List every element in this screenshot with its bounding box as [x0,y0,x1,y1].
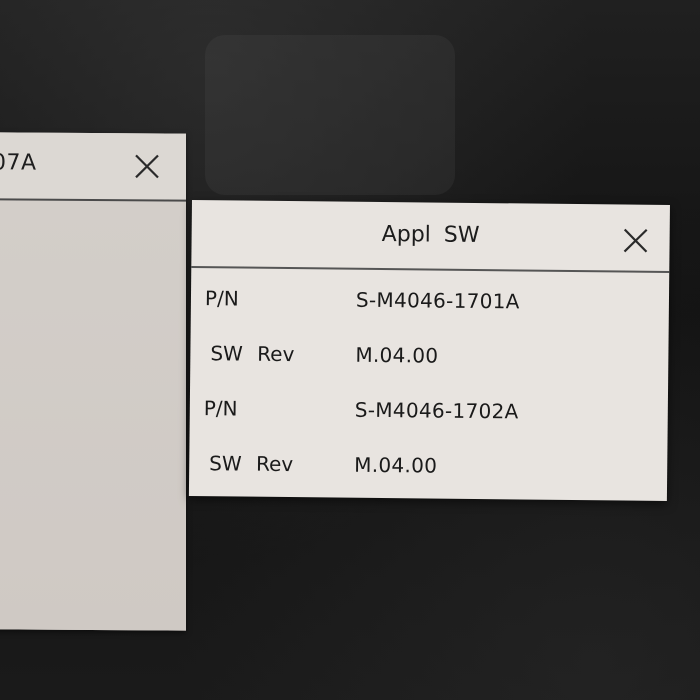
dialog-title: Appl SW [381,221,480,249]
background-dialog: 07A [0,132,186,631]
dialog-close-button[interactable] [619,224,651,256]
monitor-screen: 07A Appl SW P/N S-M4046-1701A SW Rev M.0… [0,0,700,700]
part-number-label: P/N [204,286,239,311]
screen-reflection [205,35,455,195]
sw-rev-row-2: SW Rev M.04.00 [189,443,668,503]
sw-rev-value: M.04.00 [354,452,438,478]
background-dialog-titlebar: 07A [0,132,186,202]
sw-rev-row-1: SW Rev M.04.00 [190,333,669,393]
part-number-label: P/N [203,396,238,421]
part-number-value: S-M4046-1702A [354,397,519,424]
part-number-row-1: P/N S-M4046-1701A [191,278,670,338]
dialog-titlebar: Appl SW [191,200,670,274]
background-dialog-title: 07A [0,150,37,176]
background-dialog-close-button[interactable] [130,149,164,183]
close-icon [135,154,159,179]
part-number-row-2: P/N S-M4046-1702A [189,388,668,448]
appl-sw-dialog: Appl SW P/N S-M4046-1701A SW Rev M.04.00… [188,200,670,503]
sw-rev-value: M.04.00 [355,342,439,368]
close-icon [623,228,648,253]
part-number-value: S-M4046-1701A [355,287,520,314]
sw-rev-label: SW Rev [210,341,295,367]
background-dialog-body [0,200,186,631]
sw-rev-label: SW Rev [209,451,294,477]
software-info-list: P/N S-M4046-1701A SW Rev M.04.00 P/N S-M… [189,268,669,503]
